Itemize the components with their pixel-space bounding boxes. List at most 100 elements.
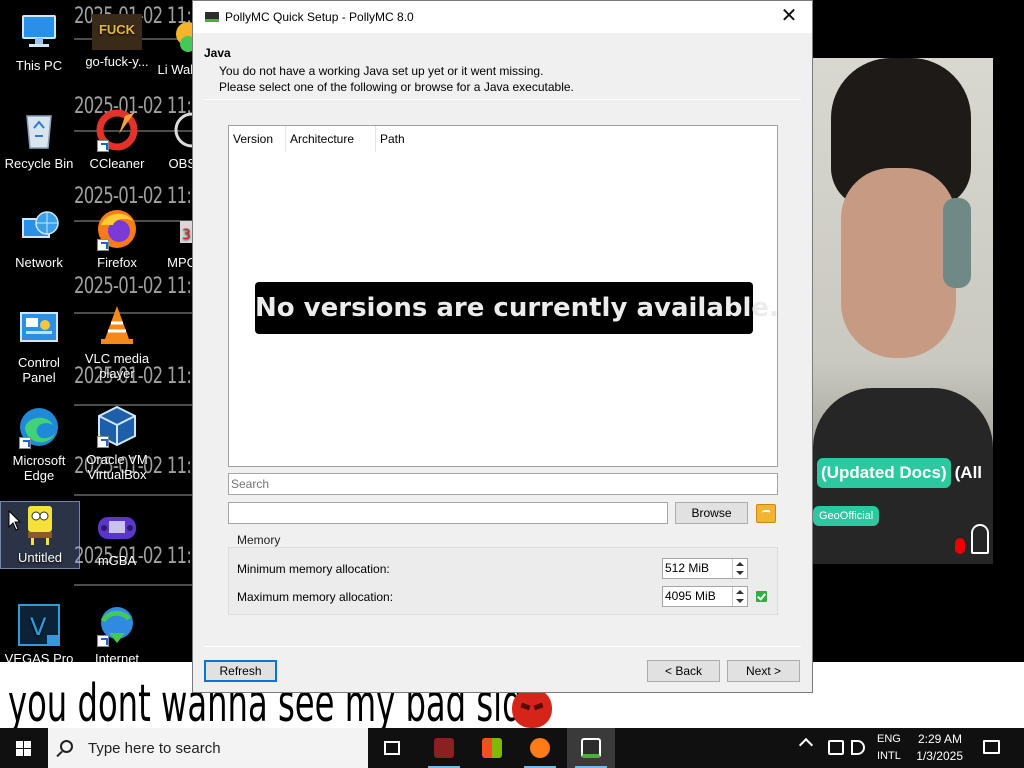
shortcut-arrow-icon (97, 140, 109, 152)
desktop-icon-label: Control Panel (18, 355, 60, 385)
webcam-tag: GeoOfficial (813, 506, 880, 526)
desktop-icon-mpc[interactable]: 3 MPC (156, 207, 196, 273)
taskbar-app-game[interactable] (420, 728, 468, 768)
desktop-icon-vlc[interactable]: VLC media player (78, 303, 156, 383)
desktop-icon-label: Network (15, 255, 63, 270)
record-indicator-icon (955, 538, 965, 554)
max-memory-value: 4095 MiB (665, 589, 716, 603)
network-icon (17, 207, 61, 251)
max-memory-spinbox[interactable]: 4095 MiB (662, 586, 748, 607)
headset (943, 198, 971, 288)
shortcut-arrow-icon (97, 635, 109, 647)
obs-icon (158, 108, 196, 152)
desktop-icon-network[interactable]: Network (0, 207, 78, 273)
section-description-line2: Please select one of the following or br… (219, 80, 574, 94)
desktop-icon-label: Firefox (97, 255, 137, 270)
search-icon (60, 740, 73, 753)
volume-icon[interactable] (851, 740, 865, 755)
divider (204, 99, 801, 100)
min-memory-spinbox[interactable]: 512 MiB (662, 558, 748, 579)
spin-up-icon (736, 562, 744, 566)
task-view-button[interactable] (368, 728, 416, 768)
start-button[interactable] (0, 728, 48, 768)
divider (204, 646, 801, 647)
computer-icon (17, 10, 61, 54)
input-language[interactable]: ENG (877, 733, 901, 745)
spin-arrows[interactable] (732, 559, 747, 578)
edge-icon (17, 405, 61, 449)
mgba-icon (95, 505, 139, 549)
clock-date[interactable]: 1/3/2025 (910, 749, 963, 763)
ccleaner-icon (95, 108, 139, 152)
spin-arrows[interactable] (732, 587, 747, 606)
vlc-cone-icon (95, 303, 139, 347)
desktop-icon-firefox[interactable]: Firefox (78, 207, 156, 273)
virtualbox-icon (95, 404, 139, 448)
taskbar-app-pollymc[interactable] (567, 728, 615, 768)
taskbar-search-box[interactable]: Type here to search (48, 728, 368, 768)
back-button[interactable]: < Back (647, 660, 720, 682)
spin-down-icon (736, 599, 744, 603)
desktop-icon-mgba[interactable]: mGBA (78, 505, 156, 571)
car-game-icon (434, 738, 454, 758)
spongebob-icon (18, 502, 62, 546)
refresh-button[interactable]: Refresh (204, 660, 277, 682)
image-file-text: FUCK (98, 22, 136, 37)
min-memory-label: Minimum memory allocation: (237, 562, 390, 576)
person-icon (971, 524, 989, 554)
desktop-icon-control-panel[interactable]: Control Panel (0, 307, 78, 387)
notification-center-icon[interactable] (983, 740, 1000, 754)
desktop-icon-label: go-fuck-y... (85, 54, 149, 69)
desktop-icon-recycle-bin[interactable]: Recycle Bin (0, 108, 78, 174)
dialog-title: PollyMC Quick Setup - PollyMC 8.0 (225, 10, 414, 24)
spin-down-icon (736, 571, 744, 575)
svg-text:3: 3 (182, 227, 191, 243)
column-header-version[interactable]: Version (229, 126, 286, 152)
min-memory-value: 512 MiB (665, 561, 710, 575)
search-input[interactable] (228, 473, 778, 495)
desktop-icon-microsoft-edge[interactable]: Microsoft Edge (0, 405, 78, 485)
java-versions-table[interactable]: Version Architecture Path No versions ar… (228, 125, 779, 467)
taskbar-app-store[interactable] (468, 728, 516, 768)
desktop-icon-ccleaner[interactable]: CCleaner (78, 108, 156, 174)
java-path-field[interactable] (228, 502, 668, 524)
firefox-icon (530, 738, 550, 758)
java-status-warning-icon[interactable] (756, 504, 776, 523)
empty-table-message: No versions are currently available. (255, 282, 779, 334)
desktop-icon-virtualbox[interactable]: Oracle VM VirtualBox (78, 404, 156, 484)
angry-devil-emoji-icon (512, 688, 552, 728)
clock-time[interactable]: 2:29 AM (916, 732, 962, 746)
shortcut-arrow-icon (97, 436, 109, 448)
section-heading: Java (204, 46, 231, 60)
taskbar-app-firefox[interactable] (516, 728, 564, 768)
desktop-icon-label: Li Wall (157, 62, 196, 77)
store-icon (482, 738, 502, 758)
dialog-titlebar[interactable]: PollyMC Quick Setup - PollyMC 8.0 ✕ (193, 1, 812, 33)
desktop-icon-label: Recycle Bin (4, 156, 74, 171)
desktop-icon-label: Untitled (17, 550, 63, 565)
recycle-bin-icon (17, 108, 61, 152)
next-button[interactable]: Next > (727, 660, 800, 682)
close-button[interactable]: ✕ (766, 1, 812, 33)
desktop-icon-label: VLC media player (84, 351, 150, 381)
desktop-icon-label: This PC (15, 58, 63, 73)
browse-button[interactable]: Browse (675, 502, 748, 524)
desktop-icon-this-pc[interactable]: This PC (0, 10, 78, 76)
desktop-icon-obs[interactable]: OBS (156, 108, 196, 174)
desktop-icon-lively-wallpaper[interactable]: Li Wall (156, 14, 196, 94)
desktop-icon-label: Microsoft Edge (12, 453, 66, 483)
show-hidden-icons-chevron-icon[interactable] (798, 737, 814, 753)
column-header-architecture[interactable]: Architecture (286, 126, 376, 152)
network-tray-icon[interactable] (828, 740, 844, 755)
column-header-path[interactable]: Path (376, 126, 476, 152)
pollymc-icon (581, 738, 601, 758)
spin-up-icon (736, 590, 744, 594)
input-layout[interactable]: INTL (877, 750, 901, 762)
webcam-banner: (Updated Docs)(All OSes) (813, 453, 993, 522)
desktop-icon-label: Oracle VM VirtualBox (86, 452, 148, 482)
image-file-icon: FUCK (92, 14, 142, 50)
desktop-icon-go-fuck-y[interactable]: FUCK go-fuck-y... (78, 14, 156, 80)
idm-icon (95, 603, 139, 647)
firefox-icon (95, 207, 139, 251)
svg-text:V: V (30, 613, 47, 641)
